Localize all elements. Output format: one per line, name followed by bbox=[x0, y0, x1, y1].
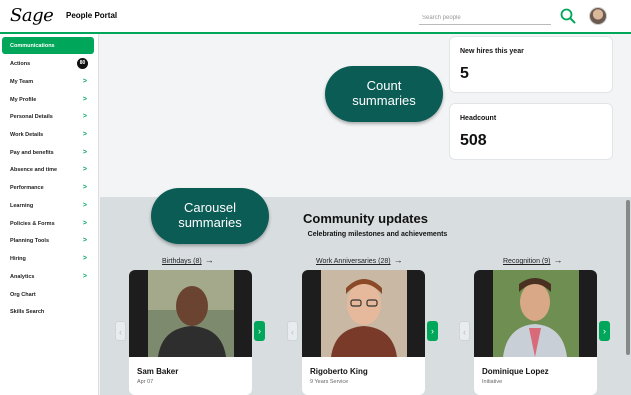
sidebar-item-label: Work Details bbox=[10, 132, 44, 138]
recognition-card[interactable]: Dominique Lopez Initiative bbox=[474, 270, 597, 395]
sidebar-item-my-team[interactable]: My Team > bbox=[2, 73, 94, 90]
person-photo-image bbox=[493, 270, 579, 357]
top-header: Sage People Portal bbox=[0, 0, 631, 34]
person-photo-image bbox=[148, 270, 234, 357]
anniversaries-prev-button[interactable]: ‹ bbox=[287, 321, 298, 341]
sidebar-item-personal-details[interactable]: Personal Details > bbox=[2, 108, 94, 125]
birthdays-next-button[interactable]: › bbox=[254, 321, 265, 341]
birthdays-link-label: Birthdays (8) bbox=[162, 258, 202, 265]
chevron-right-icon: > bbox=[82, 237, 87, 244]
chevron-right-icon: > bbox=[82, 166, 87, 173]
sidebar-item-label: Absence and time bbox=[10, 167, 58, 173]
anniversary-card[interactable]: Rigoberto King 9 Years Service bbox=[302, 270, 425, 395]
recognition-next-button[interactable]: › bbox=[599, 321, 610, 341]
search-input[interactable] bbox=[419, 7, 551, 25]
sidebar-item-absence-and-time[interactable]: Absence and time > bbox=[2, 161, 94, 178]
person-detail: Initiative bbox=[482, 379, 503, 385]
page-scrollbar[interactable] bbox=[626, 200, 630, 355]
person-photo bbox=[129, 270, 252, 357]
anniversaries-next-button[interactable]: › bbox=[427, 321, 438, 341]
person-photo bbox=[474, 270, 597, 357]
birthdays-link[interactable]: Birthdays (8) → bbox=[162, 255, 214, 265]
sidebar-item-learning[interactable]: Learning > bbox=[2, 197, 94, 214]
sidebar-item-policies-forms[interactable]: Policies & Forms > bbox=[2, 215, 94, 232]
sidebar-item-label: Org Chart bbox=[10, 292, 36, 298]
sidebar-item-label: Policies & Forms bbox=[10, 221, 55, 227]
actions-count-badge: 80 bbox=[77, 58, 88, 69]
chevron-right-icon: > bbox=[82, 184, 87, 191]
sidebar-item-skills-search[interactable]: Skills Search bbox=[2, 303, 94, 320]
sidebar-item-actions[interactable]: Actions 80 bbox=[2, 55, 94, 72]
sidebar-item-label: Planning Tools bbox=[10, 238, 50, 244]
sidebar-nav: Communications Actions 80 My Team > My Pro… bbox=[0, 34, 99, 395]
person-detail: Apr 07 bbox=[137, 379, 154, 385]
sidebar-item-label: Hiring bbox=[10, 256, 26, 262]
sidebar-item-label: Analytics bbox=[10, 274, 35, 280]
sidebar-item-label: My Profile bbox=[10, 97, 37, 103]
sidebar-item-label: Learning bbox=[10, 203, 34, 209]
sidebar-item-hiring[interactable]: Hiring > bbox=[2, 250, 94, 267]
new-hires-value: 5 bbox=[460, 65, 469, 82]
person-photo bbox=[302, 270, 425, 357]
callout-line: Count bbox=[366, 78, 402, 93]
arrow-right-icon: → bbox=[393, 255, 403, 265]
sidebar-item-label: Performance bbox=[10, 185, 44, 191]
count-summaries-callout: Count summaries bbox=[325, 66, 443, 122]
sidebar-item-analytics[interactable]: Analytics > bbox=[2, 268, 94, 285]
person-photo-image bbox=[321, 270, 407, 357]
sidebar-item-planning-tools[interactable]: Planning Tools > bbox=[2, 232, 94, 249]
carousel-summaries-callout: Carousel summaries bbox=[151, 188, 269, 244]
sidebar-item-work-details[interactable]: Work Details > bbox=[2, 126, 94, 143]
callout-line: summaries bbox=[352, 93, 416, 108]
callout-line: Carousel bbox=[183, 200, 237, 215]
chevron-right-icon: > bbox=[82, 131, 87, 138]
chevron-right-icon: > bbox=[82, 113, 87, 120]
birthday-card[interactable]: Sam Baker Apr 07 bbox=[129, 270, 252, 395]
recognition-prev-button[interactable]: ‹ bbox=[459, 321, 470, 341]
chevron-right-icon: > bbox=[82, 96, 87, 103]
sidebar-item-label: Pay and benefits bbox=[10, 150, 54, 156]
person-detail: 9 Years Service bbox=[310, 379, 349, 385]
arrow-right-icon: → bbox=[553, 255, 563, 265]
sidebar-item-communications[interactable]: Communications bbox=[2, 37, 94, 54]
headcount-card[interactable]: Headcount 508 bbox=[449, 103, 613, 160]
chevron-right-icon: > bbox=[82, 149, 87, 156]
sidebar-item-label: My Team bbox=[10, 79, 34, 85]
sidebar-item-label: Communications bbox=[10, 43, 55, 49]
chevron-right-icon: > bbox=[82, 220, 87, 227]
chevron-right-icon: > bbox=[82, 273, 87, 280]
work-anniversaries-link[interactable]: Work Anniversaries (28) → bbox=[316, 255, 403, 265]
sidebar-item-performance[interactable]: Performance > bbox=[2, 179, 94, 196]
person-name: Sam Baker bbox=[137, 367, 179, 376]
search-icon[interactable] bbox=[559, 7, 577, 25]
person-name: Dominique Lopez bbox=[482, 367, 549, 376]
birthdays-prev-button[interactable]: ‹ bbox=[115, 321, 126, 341]
work-anniversaries-link-label: Work Anniversaries (28) bbox=[316, 258, 391, 265]
sidebar-item-label: Personal Details bbox=[10, 114, 53, 120]
recognition-link[interactable]: Recognition (9) → bbox=[503, 255, 562, 265]
callout-line: summaries bbox=[178, 215, 242, 230]
sidebar-item-org-chart[interactable]: Org Chart bbox=[2, 286, 94, 303]
sage-logo[interactable]: Sage bbox=[10, 5, 54, 26]
arrow-right-icon: → bbox=[204, 255, 214, 265]
chevron-right-icon: > bbox=[82, 202, 87, 209]
person-name: Rigoberto King bbox=[310, 367, 368, 376]
recognition-link-label: Recognition (9) bbox=[503, 258, 551, 265]
chevron-right-icon: > bbox=[82, 255, 87, 262]
headcount-value: 508 bbox=[460, 132, 487, 149]
headcount-label: Headcount bbox=[460, 115, 497, 122]
chevron-right-icon: > bbox=[82, 78, 87, 85]
new-hires-card[interactable]: New hires this year 5 bbox=[449, 36, 613, 93]
new-hires-label: New hires this year bbox=[460, 48, 524, 55]
sidebar-item-my-profile[interactable]: My Profile > bbox=[2, 91, 94, 108]
user-avatar[interactable] bbox=[589, 7, 607, 25]
sidebar-item-label: Actions bbox=[10, 61, 31, 67]
app-title: People Portal bbox=[66, 11, 118, 20]
sidebar-item-pay-and-benefits[interactable]: Pay and benefits > bbox=[2, 144, 94, 161]
sidebar-item-label: Skills Search bbox=[10, 309, 45, 315]
